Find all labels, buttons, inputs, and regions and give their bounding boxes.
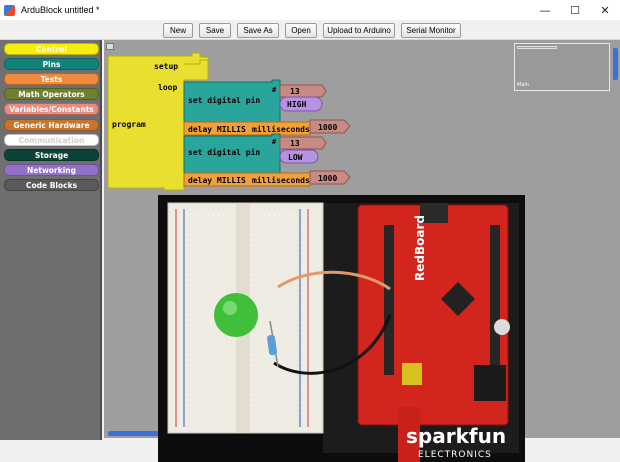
ardublock-app-icon xyxy=(4,4,15,16)
pin-number-value-2: 13 xyxy=(290,139,300,148)
category-communication[interactable]: Communication xyxy=(4,134,99,146)
vertical-scroll-thumb[interactable] xyxy=(613,48,618,80)
category-control[interactable]: Control xyxy=(4,43,99,55)
green-led xyxy=(214,293,258,337)
redboard-label: RedBoard xyxy=(413,215,427,281)
minimize-icon: — xyxy=(539,3,551,17)
delay-value-1: 1000 xyxy=(318,123,337,132)
maximize-icon: ☐ xyxy=(570,3,580,17)
toolbar: New Save Save As Open Upload to Arduino … xyxy=(0,20,620,40)
category-variables-constants[interactable]: Variables/Constants xyxy=(4,103,99,115)
maximize-button[interactable]: ☐ xyxy=(560,0,590,20)
category-storage[interactable]: Storage xyxy=(4,149,99,161)
block-palette: Control Pins Tests Math Operators Variab… xyxy=(0,40,102,440)
serial-monitor-button[interactable]: Serial Monitor xyxy=(401,23,461,38)
close-button[interactable]: ✕ xyxy=(590,0,620,20)
delay-label-2: delay MILLIS xyxy=(188,176,246,185)
electronics-text: ELECTRONICS xyxy=(418,450,492,460)
vertical-scrollbar[interactable] xyxy=(613,44,618,436)
upload-to-arduino-button[interactable]: Upload to Arduino xyxy=(323,23,395,38)
digital-value-1: HIGH xyxy=(287,100,306,109)
minimap-label: Main xyxy=(517,82,529,88)
open-button[interactable]: Open xyxy=(285,23,317,38)
delay-label-1: delay MILLIS xyxy=(188,125,246,134)
sparkfun-logo-text: sparkfun xyxy=(406,424,506,448)
pin-number-value-1: 13 xyxy=(290,87,300,96)
category-math-operators[interactable]: Math Operators xyxy=(4,88,99,100)
category-networking[interactable]: Networking xyxy=(4,164,99,176)
category-code-blocks[interactable]: Code Blocks xyxy=(4,179,99,191)
set-digital-pin-label-2: set digital pin xyxy=(188,147,260,157)
category-pins[interactable]: Pins xyxy=(4,58,99,70)
workspace-minimap[interactable]: Main xyxy=(514,43,610,91)
category-generic-hardware[interactable]: Generic Hardware xyxy=(4,119,99,131)
redboard: RedBoard xyxy=(357,203,510,426)
digital-value-2: LOW xyxy=(288,153,303,162)
delay-unit-label-1: milliseconds xyxy=(252,124,310,134)
circuit-photo-drawing: RedBoard sparkfun ELECTRONICS xyxy=(158,195,525,462)
delay-value-2: 1000 xyxy=(318,174,337,183)
minimize-button[interactable]: — xyxy=(530,0,560,20)
new-button[interactable]: New xyxy=(163,23,193,38)
program-label: program xyxy=(112,120,146,129)
window-title: ArduBlock untitled * xyxy=(21,5,100,15)
category-tests[interactable]: Tests xyxy=(4,73,99,85)
pin-number-socket-2[interactable] xyxy=(279,136,327,150)
minimap-viewport[interactable] xyxy=(517,46,557,49)
loop-label: loop xyxy=(158,83,177,92)
arduino-circuit-photo: RedBoard sparkfun ELECTRONICS xyxy=(158,195,525,462)
close-icon: ✕ xyxy=(600,3,610,17)
set-digital-pin-label-1: set digital pin xyxy=(188,95,260,105)
title-bar: ArduBlock untitled * — ☐ ✕ xyxy=(0,0,620,20)
save-as-button[interactable]: Save As xyxy=(237,23,279,38)
save-button[interactable]: Save xyxy=(199,23,231,38)
delay-unit-label-2: milliseconds xyxy=(252,175,310,185)
setup-label: setup xyxy=(154,62,178,71)
pin-number-socket-1[interactable] xyxy=(279,84,327,98)
